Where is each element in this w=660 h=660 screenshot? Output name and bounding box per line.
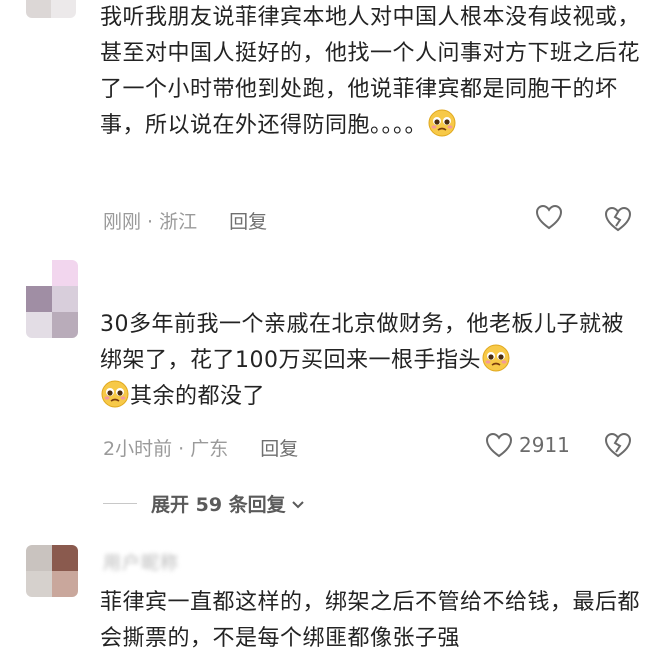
comment-time-location: 刚刚 · 浙江: [103, 211, 198, 233]
reply-button[interactable]: 回复: [260, 438, 298, 460]
heart-icon: [485, 432, 513, 458]
dislike-button[interactable]: [604, 432, 632, 458]
avatar-pixel: [26, 312, 52, 338]
comment-meta: 刚刚 · 浙江 回复: [103, 207, 267, 234]
comment-time-location: 2小时前 · 广东: [103, 438, 229, 460]
comment-meta: 2小时前 · 广东 回复: [103, 434, 298, 461]
comment-text: 菲律宾一直都这样的，绑架之后不管给不给钱，最后都会撕票的，不是每个绑匪都像张子强: [100, 590, 641, 651]
avatar[interactable]: [26, 545, 78, 597]
avatar-pixel: [26, 0, 51, 18]
avatar-pixel: [26, 545, 52, 571]
expand-replies-button[interactable]: 展开 59 条回复: [103, 490, 306, 517]
divider: [103, 503, 137, 504]
dislike-button[interactable]: [604, 206, 632, 232]
avatar-pixel: [52, 286, 78, 312]
comment-text: 我听我朋友说菲律宾本地人对中国人根本没有歧视或，甚至对中国人挺好的，他找一个人问…: [100, 5, 641, 138]
like-button[interactable]: [535, 204, 563, 230]
pleading-face-emoji-icon: [427, 108, 457, 138]
heart-icon: [535, 204, 563, 230]
avatar-pixel: [52, 260, 78, 286]
avatar-pixel: [26, 571, 52, 597]
avatar-pixel: [51, 0, 76, 18]
like-button[interactable]: 2911: [485, 432, 570, 458]
avatar[interactable]: [26, 260, 78, 338]
expand-replies-label: 展开 59 条回复: [151, 494, 286, 516]
avatar-pixel: [52, 545, 78, 571]
avatar-pixel: [52, 571, 78, 597]
broken-heart-icon: [604, 432, 632, 458]
comment-text: 30多年前我一个亲戚在北京做财务，他老板儿子就被绑架了，花了100万买回来一根手…: [100, 312, 624, 409]
username[interactable]: 用户昵称: [103, 549, 179, 575]
avatar-pixel: [52, 312, 78, 338]
reply-button[interactable]: 回复: [229, 211, 267, 233]
pleading-face-emoji-icon: [100, 379, 130, 409]
pleading-face-emoji-icon: [481, 343, 511, 373]
broken-heart-icon: [604, 206, 632, 232]
chevron-down-icon: [291, 500, 304, 508]
like-count: 2911: [519, 433, 570, 457]
avatar-pixel: [26, 286, 52, 312]
avatar[interactable]: [26, 0, 76, 18]
